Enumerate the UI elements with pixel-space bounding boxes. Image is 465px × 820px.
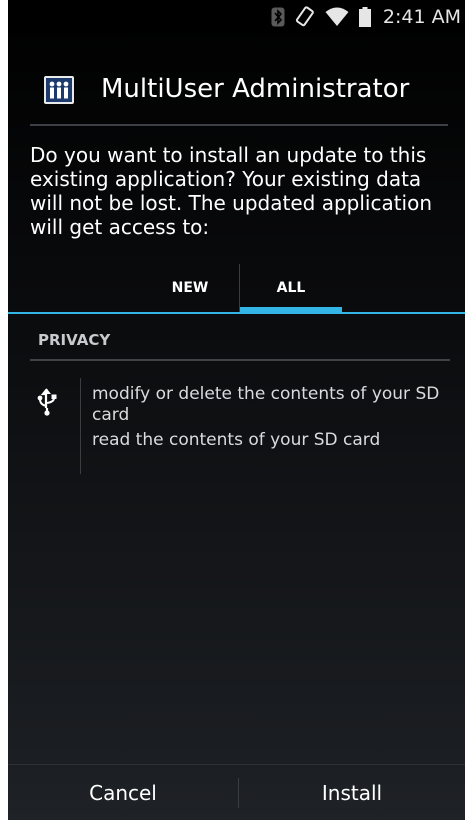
install-dialog-screen: 2:41 AM MultiUser Administrator Do you w… bbox=[8, 0, 465, 820]
multiuser-app-icon bbox=[44, 76, 74, 104]
permission-item: modify or delete the contents of your SD… bbox=[92, 384, 440, 425]
dialog-title: MultiUser Administrator bbox=[101, 74, 410, 104]
install-button[interactable]: Install bbox=[239, 765, 465, 820]
wifi-icon bbox=[325, 7, 349, 27]
permission-group-line bbox=[80, 378, 81, 474]
permission-list: modify or delete the contents of your SD… bbox=[92, 384, 464, 455]
bluetooth-icon bbox=[271, 7, 285, 27]
section-header-privacy: PRIVACY bbox=[38, 331, 111, 349]
status-bar: 2:41 AM bbox=[8, 0, 465, 34]
usb-storage-icon bbox=[36, 388, 58, 416]
install-message: Do you want to install an update to this… bbox=[30, 143, 433, 239]
battery-icon bbox=[358, 7, 371, 27]
title-divider bbox=[30, 124, 448, 126]
permission-tabs: NEW ALL bbox=[8, 262, 465, 314]
tabs-underline bbox=[8, 312, 465, 314]
status-icons: 2:41 AM bbox=[271, 0, 461, 34]
permission-item: read the contents of your SD card bbox=[92, 430, 381, 450]
cancel-button[interactable]: Cancel bbox=[8, 765, 238, 820]
screen-rotation-icon bbox=[295, 6, 315, 28]
dialog-title-bar: MultiUser Administrator bbox=[8, 64, 465, 116]
tab-new[interactable]: NEW bbox=[140, 262, 240, 314]
status-time: 2:41 AM bbox=[382, 6, 461, 28]
tab-selected-indicator bbox=[240, 307, 342, 313]
section-divider bbox=[30, 359, 450, 361]
